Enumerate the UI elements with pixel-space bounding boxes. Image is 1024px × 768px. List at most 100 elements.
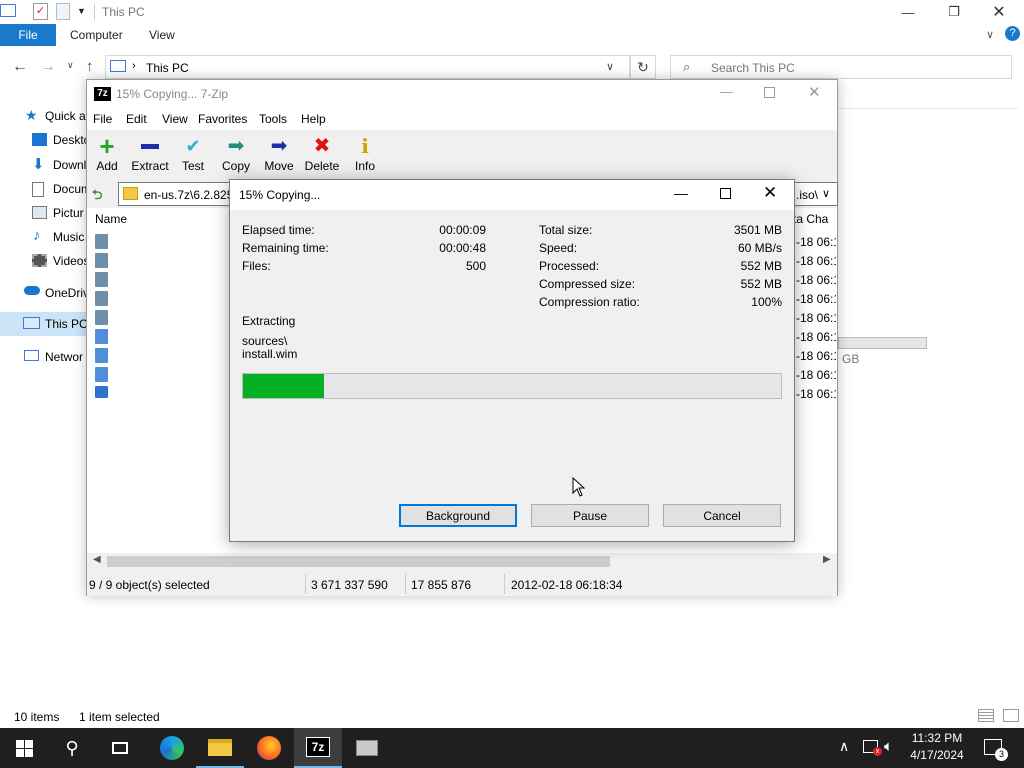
menu-tools[interactable]: Tools: [259, 112, 287, 126]
toolbar-label: Move: [264, 159, 294, 173]
nav-item-onedrive[interactable]: OneDriv: [0, 281, 90, 305]
search-icon[interactable]: ⚲: [48, 728, 96, 768]
status-date: 2012-02-18 06:18:34: [511, 578, 623, 592]
cancel-button[interactable]: Cancel: [663, 504, 781, 527]
menu-view[interactable]: View: [162, 112, 188, 126]
file-explorer-icon[interactable]: [196, 728, 244, 768]
tab-computer[interactable]: Computer: [70, 28, 123, 42]
minimize-button[interactable]: —: [885, 0, 931, 24]
search-icon: ⌕: [683, 59, 691, 74]
maximize-button[interactable]: [764, 87, 775, 98]
installer-icon[interactable]: [343, 728, 391, 768]
toolbar-label: Add: [96, 159, 118, 173]
scroll-thumb[interactable]: [107, 556, 610, 567]
nav-item-documents[interactable]: Docum: [0, 177, 91, 201]
tab-file[interactable]: File: [0, 24, 56, 46]
7zip-taskbar-icon[interactable]: 7z: [294, 728, 342, 768]
item-count: 10 items: [14, 710, 60, 724]
path-text-end: .iso\: [796, 188, 819, 202]
tab-view[interactable]: View: [149, 28, 175, 42]
nav-item-videos[interactable]: Videos: [0, 249, 90, 273]
document-icon: [32, 182, 44, 197]
scroll-right-icon[interactable]: ▶: [823, 554, 831, 565]
breadcrumb-separator-icon: ›: [132, 60, 136, 72]
windows-logo-icon: [15, 739, 33, 757]
nav-label: Quick a: [45, 109, 86, 123]
nav-item-downloads[interactable]: ⬇ Downl: [0, 153, 90, 177]
7zip-logo-icon: 7z: [94, 87, 111, 101]
column-name[interactable]: Name: [95, 212, 127, 226]
network-icon[interactable]: x: [863, 740, 882, 756]
address-bar[interactable]: › This PC ∨: [105, 55, 630, 79]
nav-item-music[interactable]: ♪ Music: [0, 225, 90, 249]
check-icon: ✔: [185, 136, 201, 156]
recent-dropdown-icon[interactable]: ∨: [67, 60, 74, 71]
clock[interactable]: 11:32 PM 4/17/2024: [906, 731, 968, 762]
address-dropdown-icon[interactable]: ∨: [606, 60, 614, 73]
close-button[interactable]: ✕: [976, 0, 1022, 24]
ribbon-expand-icon[interactable]: ∨: [986, 28, 994, 41]
firefox-icon[interactable]: [245, 728, 293, 768]
current-path: sources\: [242, 334, 288, 348]
up-icon[interactable]: ↑: [86, 58, 94, 75]
divider: [94, 4, 95, 20]
search-placeholder: Search This PC: [711, 61, 795, 75]
nav-item-quick-access[interactable]: ★ Quick a: [0, 104, 90, 128]
details-view-icon[interactable]: [978, 709, 994, 722]
scroll-left-icon[interactable]: ◀: [93, 554, 101, 565]
nav-item-desktop[interactable]: Deskto: [0, 128, 90, 152]
move-button[interactable]: ➡ Move: [257, 133, 301, 179]
large-icons-view-icon[interactable]: [1003, 709, 1019, 722]
restore-button[interactable]: ❐: [931, 0, 977, 24]
menu-help[interactable]: Help: [301, 112, 326, 126]
folder-up-icon[interactable]: ⮌: [92, 186, 108, 202]
search-input[interactable]: ⌕ Search This PC: [670, 55, 1012, 79]
extract-button[interactable]: Extract: [128, 133, 172, 179]
nav-item-network[interactable]: Networ: [0, 345, 90, 369]
minimize-button[interactable]: —: [674, 185, 688, 201]
nav-label: Networ: [45, 350, 84, 364]
maximize-button[interactable]: [720, 188, 731, 199]
test-button[interactable]: ✔ Test: [171, 133, 215, 179]
drive-usage-bar: [838, 337, 927, 349]
toolbar-label: Info: [354, 159, 375, 173]
info-button[interactable]: i Info: [343, 133, 387, 179]
close-button[interactable]: ✕: [763, 183, 777, 203]
explorer-titlebar: ✓ ▼ This PC — ❐ ✕: [0, 0, 1024, 24]
refresh-icon[interactable]: ↻: [630, 55, 656, 79]
compression-ratio-value: 100%: [751, 295, 782, 309]
back-icon[interactable]: ←: [12, 58, 28, 76]
background-button[interactable]: Background: [399, 504, 517, 527]
menu-edit[interactable]: Edit: [126, 112, 147, 126]
menu-file[interactable]: File: [93, 112, 112, 126]
edge-icon[interactable]: [148, 728, 196, 768]
computer-icon: [0, 4, 16, 17]
qat-dropdown-icon[interactable]: ▼: [77, 6, 86, 16]
delete-button[interactable]: ✖ Delete: [300, 133, 344, 179]
new-folder-icon[interactable]: [56, 3, 70, 20]
path-dropdown-icon[interactable]: ∨: [822, 187, 830, 200]
task-view-icon[interactable]: [96, 728, 144, 768]
volume-icon[interactable]: 🔈︎: [884, 738, 893, 755]
music-icon: ♪: [33, 227, 41, 244]
show-hidden-icons[interactable]: ∧: [839, 738, 849, 755]
minimize-button[interactable]: —: [720, 84, 733, 99]
column-date[interactable]: ta Cha: [793, 212, 828, 226]
copy-button[interactable]: ➡ Copy: [214, 133, 258, 179]
help-icon[interactable]: ?: [1005, 26, 1020, 41]
add-button[interactable]: + Add: [85, 133, 129, 179]
close-button[interactable]: ✕: [808, 83, 821, 101]
start-button[interactable]: [0, 728, 48, 768]
menu-favorites[interactable]: Favorites: [198, 112, 247, 126]
nav-item-this-pc[interactable]: This PC: [0, 312, 90, 336]
pause-button[interactable]: Pause: [531, 504, 649, 527]
forward-icon[interactable]: →: [40, 58, 56, 76]
horizontal-scrollbar[interactable]: ◀ ▶: [87, 553, 837, 570]
nav-item-pictures[interactable]: Pictur: [0, 201, 90, 225]
compressed-size-value: 552 MB: [740, 277, 782, 291]
7zip-titlebar: 7z 15% Copying... 7-Zip — ✕: [87, 80, 837, 108]
status-selected: 9 / 9 object(s) selected: [89, 578, 210, 592]
properties-icon[interactable]: ✓: [33, 3, 48, 20]
divider: [504, 574, 505, 594]
ribbon-tabs: File Computer View ∨ ?: [0, 24, 1024, 46]
